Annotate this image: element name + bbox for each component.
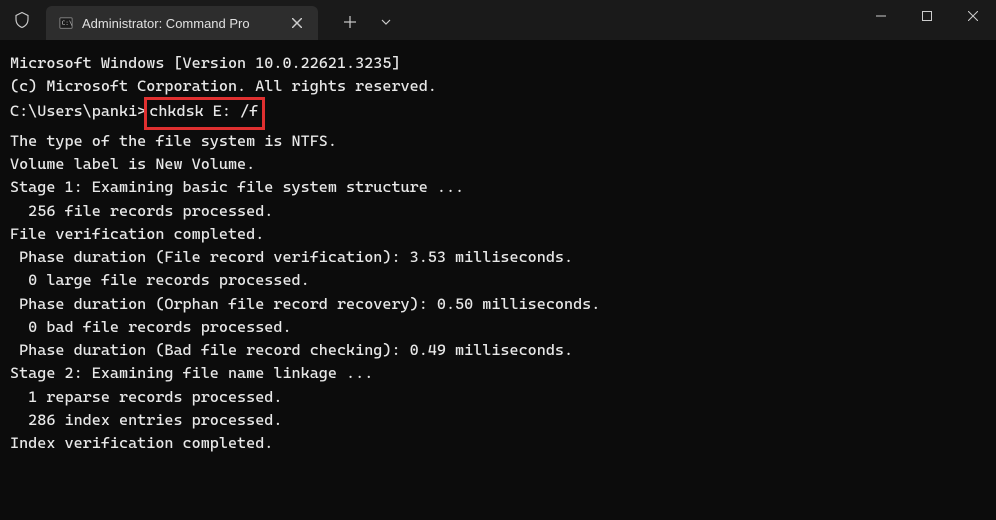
window-controls [858,0,996,40]
titlebar: C:\ Administrator: Command Pro [0,0,996,40]
output-line: Phase duration (Orphan file record recov… [10,293,986,316]
titlebar-left: C:\ Administrator: Command Pro [0,0,402,40]
output-line: Stage 1: Examining basic file system str… [10,176,986,199]
tab-title: Administrator: Command Pro [82,16,250,31]
prompt-prefix: C:\Users\panki> [10,102,146,120]
minimize-button[interactable] [858,0,904,32]
terminal-output[interactable]: Microsoft Windows [Version 10.0.22621.32… [0,40,996,467]
output-line: Phase duration (File record verification… [10,246,986,269]
output-line: 256 file records processed. [10,200,986,223]
maximize-button[interactable] [904,0,950,32]
close-tab-button[interactable] [288,14,306,32]
admin-shield-icon [6,4,38,36]
svg-text:C:\: C:\ [62,20,73,27]
output-line: (c) Microsoft Corporation. All rights re… [10,75,986,98]
tab-dropdown-button[interactable] [370,6,402,38]
terminal-tab[interactable]: C:\ Administrator: Command Pro [46,6,318,40]
output-line: Stage 2: Examining file name linkage ... [10,362,986,385]
output-line: 0 large file records processed. [10,269,986,292]
close-window-button[interactable] [950,0,996,32]
output-line: 286 index entries processed. [10,409,986,432]
output-line: Volume label is New Volume. [10,153,986,176]
output-line: Phase duration (Bad file record checking… [10,339,986,362]
output-line: The type of the file system is NTFS. [10,130,986,153]
output-line: Microsoft Windows [Version 10.0.22621.32… [10,52,986,75]
command-text: chkdsk E: /f [149,102,258,120]
command-highlight: chkdsk E: /f [144,97,265,130]
prompt-line: C:\Users\panki>chkdsk E: /f [10,99,986,130]
output-line: File verification completed. [10,223,986,246]
output-line: Index verification completed. [10,432,986,455]
new-tab-button[interactable] [334,6,366,38]
output-line: 0 bad file records processed. [10,316,986,339]
cmd-icon: C:\ [58,15,74,31]
output-line: 1 reparse records processed. [10,386,986,409]
